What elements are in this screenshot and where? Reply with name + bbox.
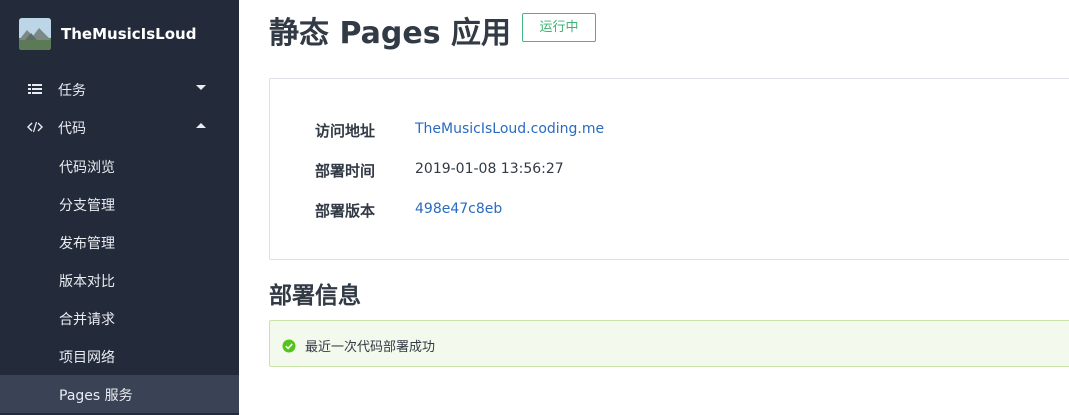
deploy-section-title: 部署信息 — [269, 283, 361, 309]
sidebar-subitem-pages[interactable]: Pages 服务 — [0, 375, 239, 413]
sidebar-subitem-compare[interactable]: 版本对比 — [0, 261, 239, 299]
sidebar-subitem-label: 发布管理 — [59, 236, 115, 252]
check-circle-icon — [282, 338, 296, 353]
sidebar-subitem-releases[interactable]: 发布管理 — [0, 223, 239, 261]
info-label: 部署版本 — [315, 202, 376, 220]
code-icon — [27, 119, 43, 135]
status-badge: 运行中 — [522, 13, 596, 42]
info-label: 部署时间 — [315, 162, 376, 180]
sidebar-subitem-label: 版本对比 — [59, 274, 115, 290]
info-row-version: 部署版本 498e47c8eb — [315, 200, 1015, 224]
list-icon — [27, 81, 43, 97]
alert-message: 最近一次代码部署成功 — [305, 340, 436, 355]
project-header[interactable]: TheMusicIsLoud — [0, 0, 239, 70]
sidebar: TheMusicIsLoud 任务 代码 代码浏览 分支管理 发布管理 版本对比… — [0, 0, 239, 415]
sidebar-item-tasks[interactable]: 任务 — [0, 70, 239, 108]
info-row-url: 访问地址 TheMusicIsLoud.coding.me — [315, 120, 1015, 144]
project-name[interactable]: TheMusicIsLoud — [61, 25, 196, 43]
deploy-success-alert: 最近一次代码部署成功 — [269, 320, 1069, 367]
info-row-time: 部署时间 2019-01-08 13:56:27 — [315, 160, 1015, 184]
deploy-time-value: 2019-01-08 13:56:27 — [415, 161, 564, 177]
project-avatar — [19, 18, 51, 50]
sidebar-subitem-merge-requests[interactable]: 合并请求 — [0, 299, 239, 337]
sidebar-item-label: 任务 — [58, 83, 86, 99]
sidebar-subitem-label: Pages 服务 — [59, 388, 133, 404]
deploy-version-link[interactable]: 498e47c8eb — [415, 201, 502, 217]
sidebar-subitem-label: 项目网络 — [59, 350, 115, 366]
sidebar-subitem-code-browse[interactable]: 代码浏览 — [0, 147, 239, 185]
info-label: 访问地址 — [315, 122, 376, 140]
info-card: 访问地址 TheMusicIsLoud.coding.me 部署时间 2019-… — [269, 78, 1069, 260]
sidebar-item-code[interactable]: 代码 — [0, 108, 239, 146]
sidebar-subitem-label: 代码浏览 — [59, 160, 115, 176]
page-title: 静态 Pages 应用 — [269, 16, 511, 51]
sidebar-subitem-label: 分支管理 — [59, 198, 115, 214]
sidebar-subitem-label: 合并请求 — [59, 312, 115, 328]
sidebar-item-label: 代码 — [58, 121, 86, 137]
site-url-link[interactable]: TheMusicIsLoud.coding.me — [415, 121, 604, 137]
sidebar-subitem-network[interactable]: 项目网络 — [0, 337, 239, 375]
sidebar-subitem-branches[interactable]: 分支管理 — [0, 185, 239, 223]
chevron-down-icon — [196, 85, 206, 90]
main-content: 静态 Pages 应用 运行中 访问地址 TheMusicIsLoud.codi… — [239, 0, 1069, 415]
chevron-up-icon — [196, 123, 206, 128]
